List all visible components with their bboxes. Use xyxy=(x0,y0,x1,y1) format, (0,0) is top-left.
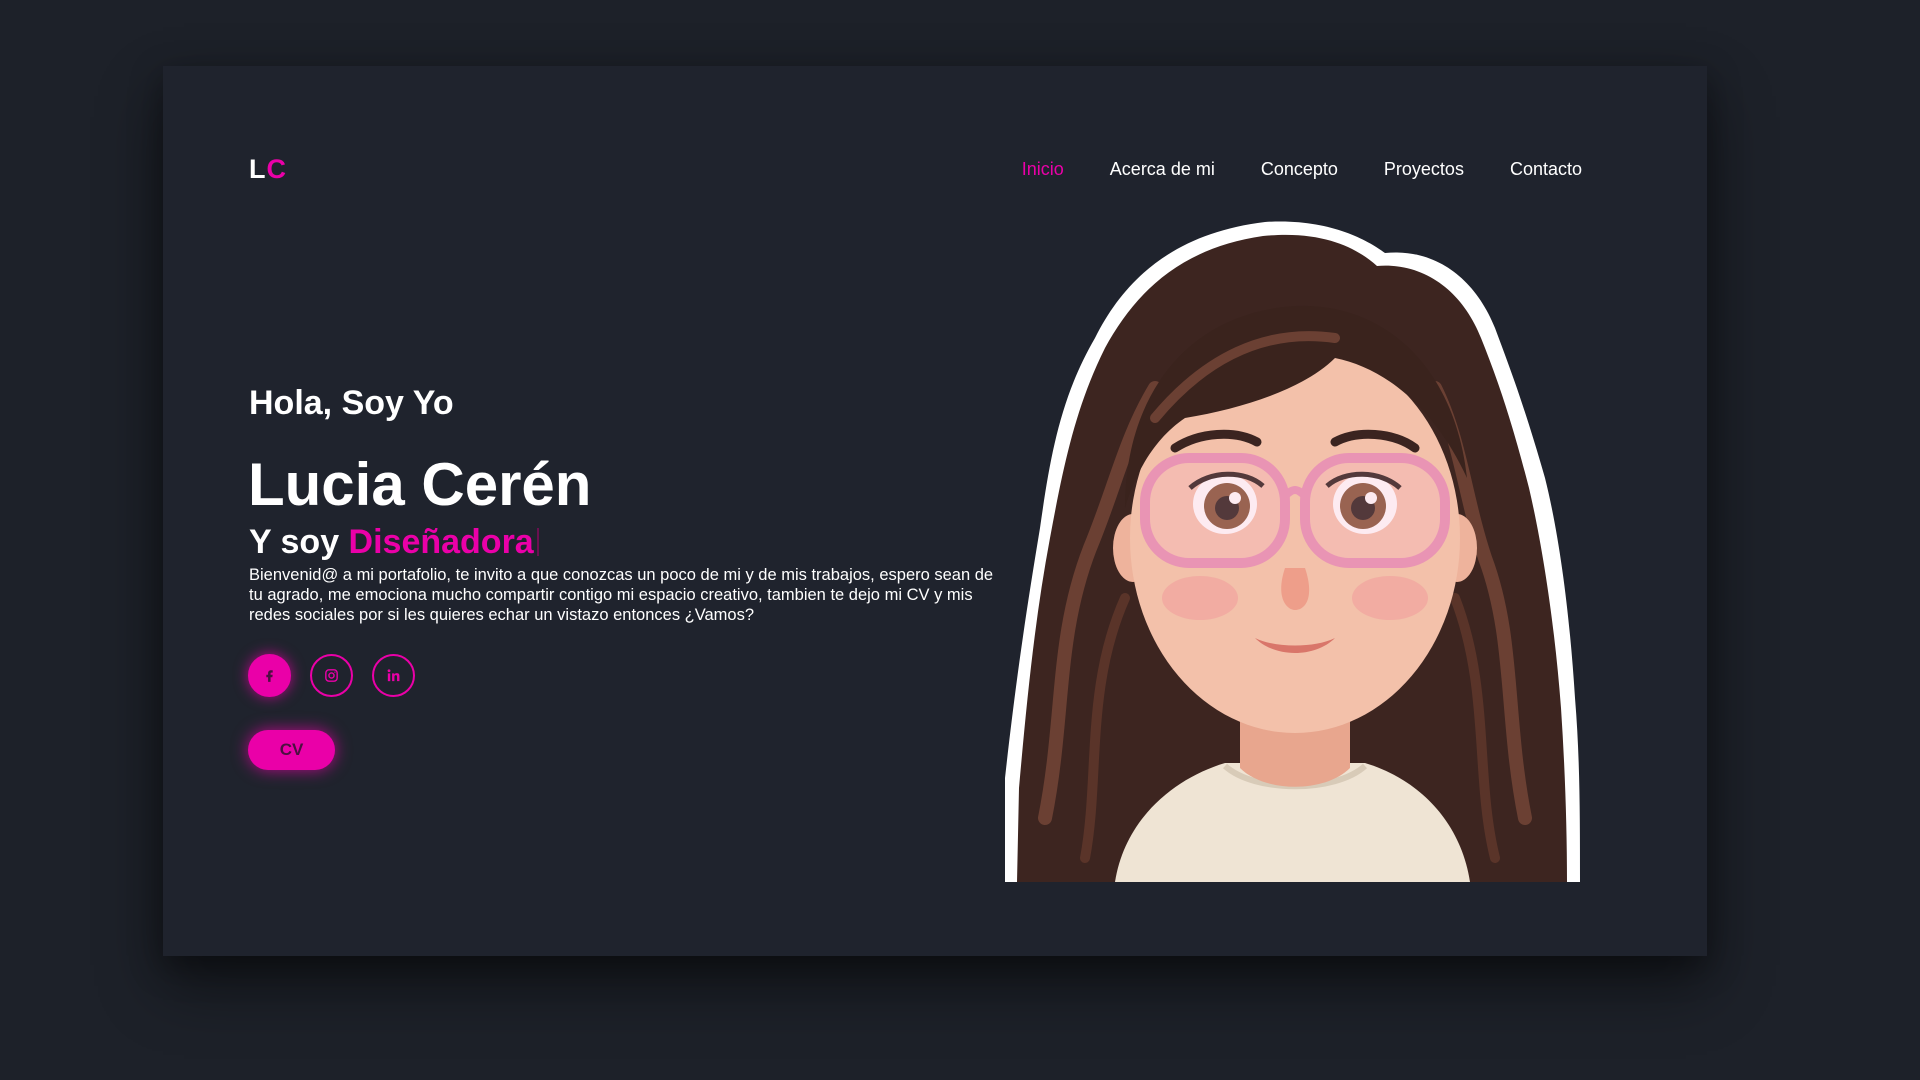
instagram-icon xyxy=(325,669,338,682)
cv-button[interactable]: CV xyxy=(248,730,335,770)
nav-item-concepto[interactable]: Concepto xyxy=(1261,159,1338,180)
linkedin-icon xyxy=(387,669,400,682)
hero-role-title: Diseñadora xyxy=(348,523,534,561)
nav-item-proyectos[interactable]: Proyectos xyxy=(1384,159,1464,180)
hero-greeting: Hola, Soy Yo xyxy=(249,384,454,422)
hero-intro: Bienvenid@ a mi portafolio, te invito a … xyxy=(249,566,994,624)
facebook-icon xyxy=(266,670,273,682)
typing-caret xyxy=(536,528,539,556)
hero-role: Y soy Diseñadora xyxy=(249,523,539,562)
avatar-illustration xyxy=(1005,221,1580,882)
instagram-link[interactable] xyxy=(310,654,353,697)
facebook-link[interactable] xyxy=(248,654,291,697)
main-nav: Inicio Acerca de mi Concepto Proyectos C… xyxy=(976,159,1582,180)
hero-name: Lucia Cerén xyxy=(248,451,592,518)
nav-item-inicio[interactable]: Inicio xyxy=(1022,159,1064,180)
social-links xyxy=(248,654,415,697)
linkedin-link[interactable] xyxy=(372,654,415,697)
logo-letter-c: C xyxy=(266,154,287,184)
nav-item-contacto[interactable]: Contacto xyxy=(1510,159,1582,180)
hero-role-prefix: Y soy xyxy=(249,523,349,561)
logo-letter-l: L xyxy=(249,154,267,184)
logo[interactable]: LC xyxy=(249,154,287,185)
nav-item-acerca[interactable]: Acerca de mi xyxy=(1110,159,1215,180)
